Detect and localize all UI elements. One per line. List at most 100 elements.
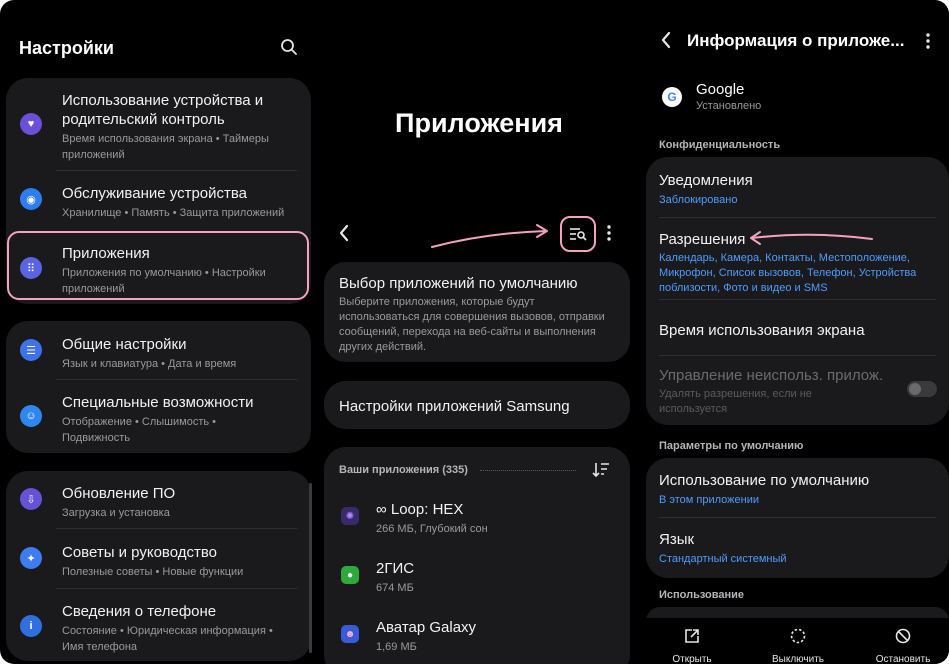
item-value-line2: Микрофон, Список вызовов, Телефон, Устро… — [659, 267, 917, 279]
back-icon[interactable] — [338, 224, 350, 247]
force-stop-button[interactable]: Остановить — [863, 628, 943, 664]
info-icon: i — [20, 615, 42, 637]
more-options-icon[interactable] — [606, 224, 612, 242]
item-title: Время использования экрана — [659, 322, 865, 339]
item-title: Язык — [659, 531, 695, 548]
section-usage: Использование — [659, 589, 745, 601]
2gis-icon: ● — [341, 566, 359, 584]
loop-hex-icon: ✺ — [341, 507, 359, 525]
app-meta: 266 МБ, Глубокий сон — [376, 523, 488, 535]
app-info-header: Информация о приложе... — [687, 31, 905, 50]
more-options-icon[interactable] — [925, 32, 931, 55]
item-subtitle-line2: Подвижность — [62, 432, 131, 444]
settings-item-software-update[interactable]: Обновление ПО Загрузка и установка — [62, 484, 301, 521]
app-list-item-2gis[interactable]: 2ГИС 674 МБ — [376, 559, 620, 596]
item-title: Уведомления — [659, 172, 753, 189]
default-apps-card[interactable]: Выбор приложений по умолчанию Выберите п… — [324, 262, 630, 362]
dotted-divider — [480, 470, 576, 471]
divider — [56, 379, 297, 380]
item-title: Сведения о телефоне — [62, 603, 217, 620]
item-title: Общие настройки — [62, 336, 187, 353]
item-title: Советы и руководство — [62, 544, 218, 561]
divider — [659, 217, 936, 218]
item-subtitle: Загрузка и установка — [62, 507, 170, 519]
settings-item-accessibility[interactable]: Специальные возможности Отображение • Сл… — [62, 393, 301, 446]
settings-item-tips[interactable]: Советы и руководство Полезные советы • Н… — [62, 543, 301, 580]
your-apps-label: Ваши приложения (335) — [339, 464, 468, 476]
notifications-item[interactable]: Уведомления Заблокировано — [659, 171, 939, 208]
settings-item-about-phone[interactable]: Сведения о телефоне Состояние • Юридичес… — [62, 602, 301, 655]
apps-page-title: Приложения — [395, 108, 563, 138]
defaults-card: Использование по умолчанию В этом прилож… — [646, 458, 949, 578]
settings-title: Настройки — [19, 38, 114, 58]
app-name: ∞ Loop: HEX — [376, 501, 464, 518]
app-list-item-loop-hex[interactable]: ∞ Loop: HEX 266 МБ, Глубокий сон — [376, 500, 620, 537]
divider — [659, 299, 936, 300]
settings-group-2: ☰ Общие настройки Язык и клавиатура • Да… — [6, 321, 311, 453]
sliders-icon: ☰ — [20, 339, 42, 361]
filter-search-icon — [570, 228, 587, 241]
item-value: Стандартный системный — [659, 553, 787, 565]
item-value: В этом приложении — [659, 494, 760, 506]
item-subtitle: Время использования экрана • Таймеры — [62, 133, 269, 145]
lightbulb-icon: ✦ — [20, 547, 42, 569]
item-title: Использование устройства и — [62, 92, 264, 109]
screen-time-item[interactable]: Время использования экрана — [659, 321, 939, 340]
samsung-app-settings-card[interactable]: Настройки приложений Samsung — [324, 381, 630, 429]
privacy-card: Уведомления Заблокировано Разрешения Кал… — [646, 157, 949, 425]
settings-item-device-usage[interactable]: Использование устройства и родительский … — [62, 91, 301, 163]
item-value-line3: поблизости, Фото и видео и SMS — [659, 282, 828, 294]
accessibility-icon: ☺ — [20, 405, 42, 427]
item-title: Специальные возможности — [62, 394, 254, 411]
app-status: Установлено — [696, 100, 762, 112]
heart-shield-icon: ♥ — [20, 113, 42, 135]
divider — [56, 170, 297, 171]
divider — [659, 517, 936, 518]
default-apps-desc-line4: других действий. — [339, 341, 427, 353]
filter-search-button[interactable] — [560, 216, 596, 252]
item-subtitle: Состояние • Юридическая информация • — [62, 625, 273, 637]
disable-label: Выключить — [771, 654, 825, 664]
default-apps-desc: Выберите приложения, которые будут — [339, 296, 535, 308]
disable-icon — [758, 628, 838, 648]
item-title: Обновление ПО — [62, 485, 176, 502]
device-care-icon: ◉ — [20, 188, 42, 210]
app-info-panel: Информация о приложе... G Google Установ… — [640, 0, 949, 664]
item-subtitle: Полезные советы • Новые функции — [62, 566, 244, 578]
unused-apps-item[interactable]: Управление неиспольз. прилож. Удалять ра… — [659, 366, 899, 417]
default-use-item[interactable]: Использование по умолчанию В этом прилож… — [659, 471, 939, 508]
settings-item-device-care[interactable]: Обслуживание устройства Хранилище • Памя… — [62, 184, 301, 221]
app-list-item-avatar-galaxy[interactable]: Аватар Galaxy 1,69 МБ — [376, 618, 620, 655]
default-apps-desc-line2: использоваться для совершения вызовов, о… — [339, 311, 605, 323]
sort-icon[interactable] — [592, 462, 610, 482]
settings-item-general[interactable]: Общие настройки Язык и клавиатура • Дата… — [62, 335, 301, 372]
scrollbar[interactable] — [309, 483, 312, 653]
disable-button[interactable]: Выключить — [758, 628, 838, 664]
app-meta: 1,69 МБ — [376, 641, 417, 653]
item-title: Обслуживание устройства — [62, 185, 248, 202]
software-update-icon: ⇩ — [20, 488, 42, 510]
back-icon[interactable] — [660, 31, 672, 54]
bottom-bar: Открыть Выключить Остановить — [640, 618, 949, 664]
open-button[interactable]: Открыть — [652, 628, 732, 664]
settings-panel: Настройки ♥ Использование устройства и р… — [0, 0, 318, 664]
screenshot-frame: Настройки ♥ Использование устройства и р… — [0, 0, 949, 664]
force-stop-label: Остановить — [875, 654, 931, 664]
avatar-galaxy-icon: ☻ — [341, 625, 359, 643]
item-title: Управление неиспольз. прилож. — [659, 367, 884, 384]
section-defaults: Параметры по умолчанию — [659, 440, 804, 452]
default-apps-title: Выбор приложений по умолчанию — [339, 275, 578, 292]
apps-highlight-box — [7, 231, 309, 300]
item-value: Календарь, Камера, Контакты, Местоположе… — [659, 252, 910, 264]
item-subtitle-line2: Имя телефона — [62, 641, 138, 653]
unused-apps-toggle[interactable] — [907, 381, 937, 397]
item-title-line2: родительский контроль — [62, 111, 225, 128]
item-subtitle: Язык и клавиатура • Дата и время — [62, 358, 237, 370]
search-icon[interactable] — [280, 38, 298, 56]
settings-group-3: ⇩ Обновление ПО Загрузка и установка ✦ С… — [6, 471, 311, 661]
language-item[interactable]: Язык Стандартный системный — [659, 530, 939, 567]
open-icon — [652, 628, 732, 648]
divider — [659, 355, 936, 356]
item-subtitle-line2: используется — [659, 403, 728, 415]
app-meta: 674 МБ — [376, 582, 414, 594]
